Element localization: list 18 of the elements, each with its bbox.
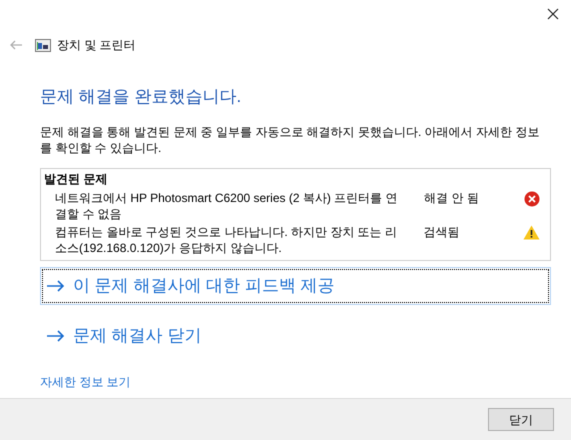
warning-icon <box>523 224 540 240</box>
details-link[interactable]: 자세한 정보 보기 <box>40 372 131 390</box>
problem-text: 네트워크에서 HP Photosmart C6200 series (2 복사) 프린터를 연결할 수 없음 <box>55 190 399 222</box>
problem-status: 해결 안 됨 <box>424 190 480 206</box>
window-title: 장치 및 프린터 <box>57 37 136 54</box>
page-heading: 문제 해결을 완료했습니다. <box>40 86 242 108</box>
arrow-icon <box>47 280 65 292</box>
description-text: 문제 해결을 통해 발견된 문제 중 일부를 자동으로 해결하지 못했습니다. 아래에서 자세한 정보를 확인할 수 있습니다. <box>40 124 540 156</box>
arrow-icon <box>47 330 65 342</box>
devices-icon <box>35 38 51 52</box>
close-button[interactable]: 닫기 <box>488 408 554 431</box>
problem-text: 컴퓨터는 올바로 구성된 것으로 나타납니다. 하지만 장치 또는 리소스(192.168.0.120)가 응답하지 않습니다. <box>55 224 398 256</box>
action-link[interactable]: 이 문제 해결사에 대한 피드백 제공 <box>40 266 551 304</box>
action-link[interactable]: 문제 해결사 닫기 <box>40 316 551 354</box>
close-icon[interactable] <box>547 8 559 20</box>
error-icon <box>524 190 540 206</box>
panel-title: 발견된 문제 <box>43 170 108 188</box>
problem-status: 검색됨 <box>423 224 460 240</box>
